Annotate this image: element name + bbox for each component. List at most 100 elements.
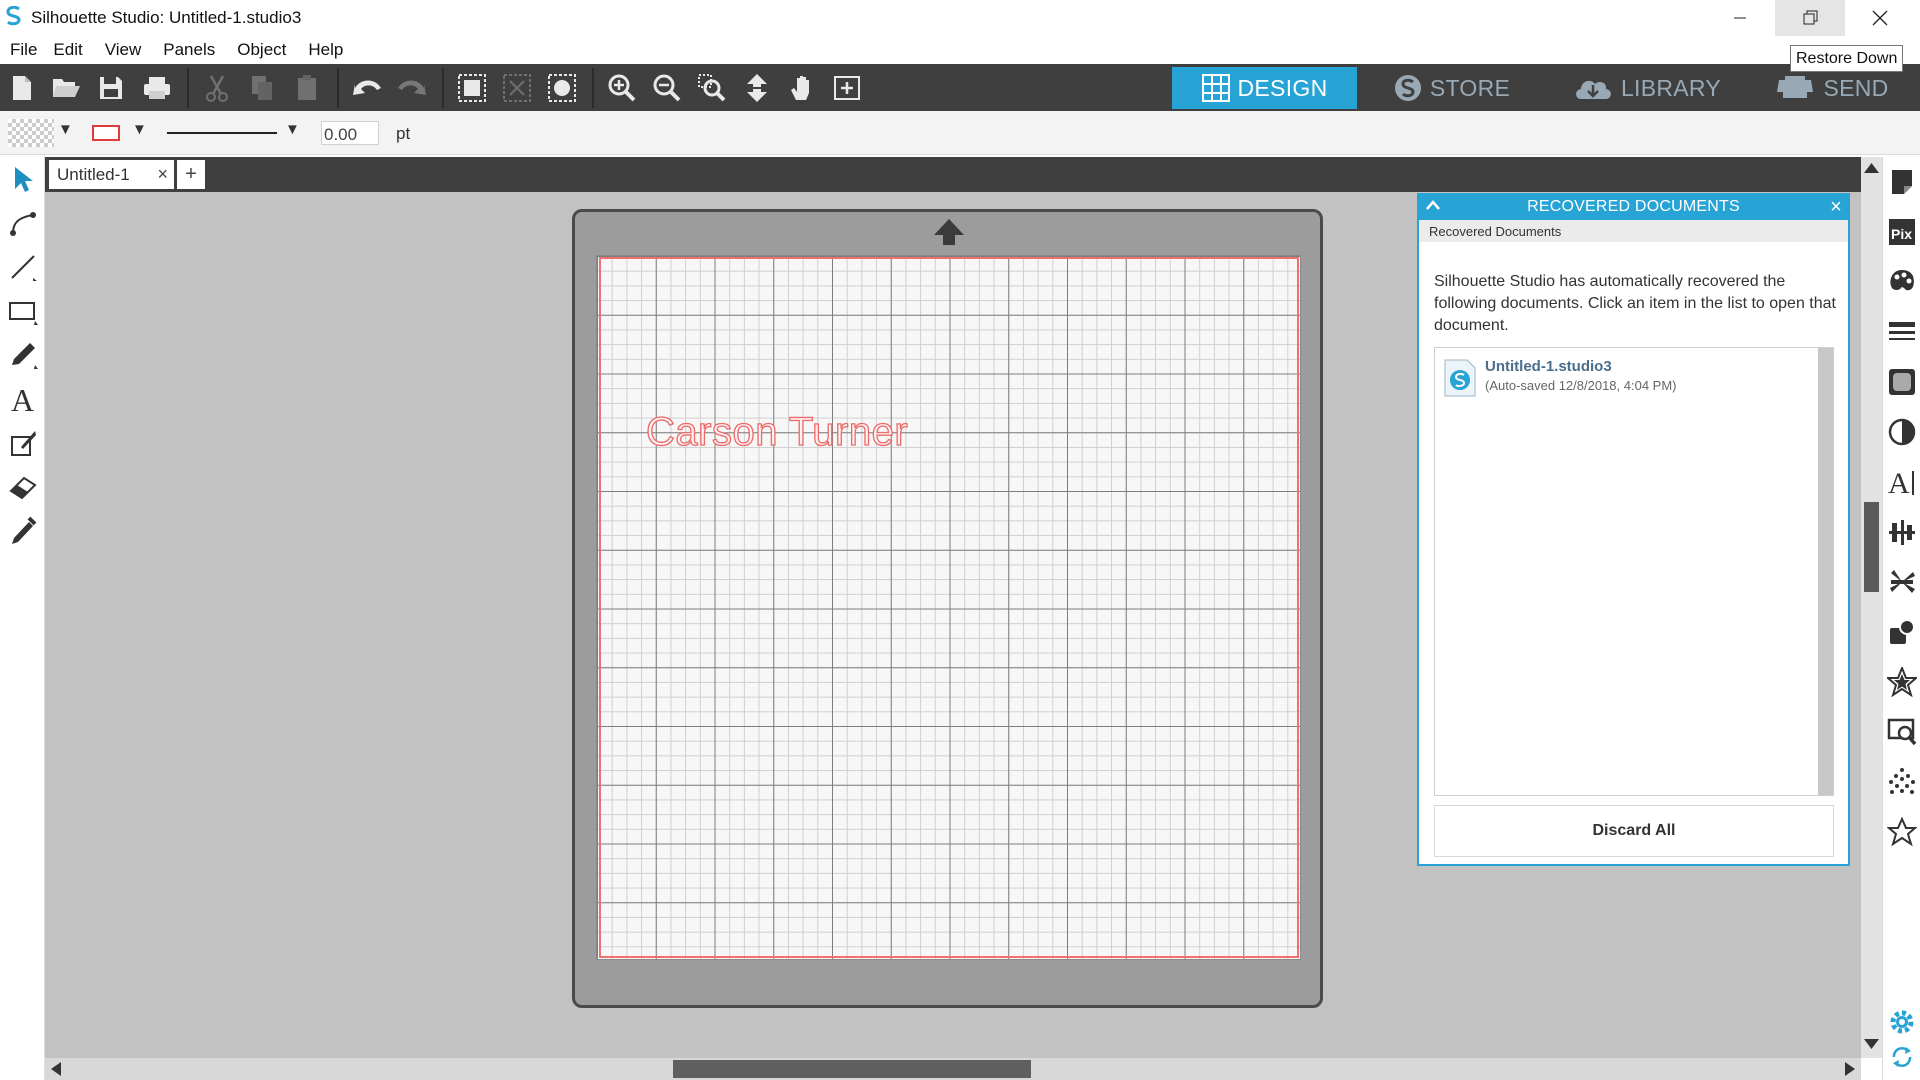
- new-document-icon[interactable]: [3, 70, 41, 106]
- ungroup-icon[interactable]: [498, 70, 536, 106]
- menu-help[interactable]: Help: [288, 36, 343, 64]
- cloud-download-icon: [1576, 80, 1611, 99]
- property-bar: ▼ ▼ ▼ 0.00 pt: [0, 111, 1920, 155]
- scroll-down-arrow-icon[interactable]: [1863, 1037, 1880, 1056]
- copy-icon[interactable]: [243, 70, 281, 106]
- favorites-star-icon[interactable]: [1884, 812, 1920, 852]
- new-tab-button[interactable]: +: [177, 160, 205, 189]
- close-panel-icon[interactable]: ×: [1830, 196, 1842, 219]
- menu-object[interactable]: Object: [217, 36, 286, 64]
- menu-edit[interactable]: Edit: [39, 36, 82, 64]
- toolbar-separator: [592, 68, 594, 108]
- menu-file[interactable]: File: [0, 36, 37, 64]
- save-icon[interactable]: [92, 70, 130, 106]
- menu-view[interactable]: View: [85, 36, 142, 64]
- fit-to-page-icon[interactable]: [738, 70, 776, 106]
- line-color-swatch[interactable]: [92, 125, 120, 141]
- restore-down-button[interactable]: [1775, 0, 1845, 36]
- select-all-icon[interactable]: [543, 70, 581, 106]
- zoom-out-icon[interactable]: [648, 70, 686, 106]
- text-tool-icon[interactable]: A: [5, 379, 41, 419]
- recovered-documents-panel: RECOVERED DOCUMENTS × Recovered Document…: [1417, 193, 1850, 866]
- open-folder-icon[interactable]: [47, 70, 85, 106]
- svg-text:Pix: Pix: [1891, 226, 1912, 242]
- cut-border: [599, 257, 1299, 958]
- minimize-button[interactable]: [1705, 0, 1775, 36]
- collapse-panel-chevron-icon[interactable]: [1425, 198, 1441, 217]
- horizontal-scrollbar[interactable]: [45, 1058, 1861, 1080]
- grid-icon: [1201, 74, 1230, 102]
- line-style-icon[interactable]: [1884, 312, 1920, 352]
- document-tab[interactable]: Untitled-1 ×: [49, 160, 174, 189]
- transparency-icon[interactable]: [1884, 412, 1920, 452]
- design-text-object[interactable]: Carson Turner: [645, 409, 908, 455]
- recovered-panel-title: RECOVERED DOCUMENTS: [1527, 198, 1740, 215]
- offset-star-icon[interactable]: [1884, 662, 1920, 702]
- recovered-list-scrollbar[interactable]: [1818, 348, 1833, 795]
- rectangle-tool-icon[interactable]: [5, 291, 41, 331]
- fill-color-palette-icon[interactable]: [1884, 262, 1920, 302]
- close-window-button[interactable]: [1845, 0, 1915, 36]
- feed-direction-arrow-icon: [932, 217, 966, 252]
- eyedropper-tool-icon[interactable]: [5, 511, 41, 551]
- redo-icon[interactable]: [393, 70, 431, 106]
- discard-all-button[interactable]: Discard All: [1434, 805, 1834, 857]
- restore-down-tooltip: Restore Down: [1790, 45, 1904, 72]
- scroll-up-arrow-icon[interactable]: [1863, 161, 1880, 180]
- vertical-scroll-thumb[interactable]: [1864, 502, 1879, 592]
- cut-icon[interactable]: [198, 70, 236, 106]
- left-toolbar: A: [0, 155, 45, 1080]
- zoom-in-icon[interactable]: [603, 70, 641, 106]
- design-tab[interactable]: DESIGN: [1172, 67, 1357, 109]
- add-page-icon[interactable]: [828, 70, 866, 106]
- fill-color-swatch[interactable]: [8, 119, 54, 147]
- main-toolbar: DESIGN STORE LIBRARY SEND: [0, 64, 1920, 111]
- send-tab[interactable]: SEND: [1772, 67, 1892, 109]
- line-style-preview[interactable]: [167, 132, 277, 134]
- send-tab-label: SEND: [1823, 74, 1889, 101]
- settings-gear-icon[interactable]: [1884, 1002, 1920, 1042]
- close-tab-icon[interactable]: ×: [157, 164, 168, 185]
- vertical-scrollbar[interactable]: [1861, 157, 1882, 1058]
- fill-dropdown-arrow-icon[interactable]: ▼: [58, 121, 73, 138]
- replicate-icon[interactable]: [1884, 562, 1920, 602]
- align-icon[interactable]: [1884, 512, 1920, 552]
- line-style-dropdown-arrow-icon[interactable]: ▼: [285, 121, 300, 138]
- group-icon[interactable]: [453, 70, 491, 106]
- library-tab[interactable]: LIBRARY: [1572, 67, 1722, 109]
- line-tool-icon[interactable]: [5, 247, 41, 287]
- recovered-document-item[interactable]: Untitled-1.studio3 (Auto-saved 12/8/2018…: [1443, 356, 1813, 406]
- design-tab-label: DESIGN: [1237, 74, 1328, 101]
- pan-hand-icon[interactable]: [783, 70, 821, 106]
- recovered-documents-list: Untitled-1.studio3 (Auto-saved 12/8/2018…: [1434, 347, 1834, 796]
- recovered-panel-header: RECOVERED DOCUMENTS ×: [1419, 195, 1848, 220]
- zoom-selected-icon[interactable]: [693, 70, 731, 106]
- scroll-right-arrow-icon[interactable]: [1843, 1061, 1857, 1080]
- recovered-panel-subheader: Recovered Documents: [1419, 220, 1848, 242]
- scroll-left-arrow-icon[interactable]: [49, 1061, 63, 1080]
- texture-icon[interactable]: [1884, 362, 1920, 402]
- sync-icon[interactable]: [1884, 1037, 1920, 1077]
- text-style-icon[interactable]: A: [1884, 462, 1920, 502]
- point-edit-tool-icon[interactable]: [5, 203, 41, 243]
- modify-icon[interactable]: [1884, 612, 1920, 652]
- paste-icon[interactable]: [288, 70, 326, 106]
- undo-icon[interactable]: [348, 70, 386, 106]
- menu-bar: File Edit View Panels Object Help: [0, 36, 1920, 64]
- eraser-tool-icon[interactable]: [5, 467, 41, 507]
- store-tab[interactable]: STORE: [1372, 67, 1532, 109]
- page-setup-icon[interactable]: [1884, 162, 1920, 202]
- knife-tool-icon[interactable]: [5, 423, 41, 463]
- print-icon[interactable]: [138, 70, 176, 106]
- horizontal-scroll-thumb[interactable]: [673, 1060, 1031, 1078]
- pixscan-icon[interactable]: Pix: [1884, 212, 1920, 252]
- title-bar: Silhouette Studio: Untitled-1.studio3: [0, 0, 1920, 36]
- sketch-dots-icon[interactable]: [1884, 762, 1920, 802]
- line-width-input[interactable]: 0.00: [321, 121, 379, 145]
- pencil-tool-icon[interactable]: [5, 335, 41, 375]
- recovered-document-name: Untitled-1.studio3: [1485, 358, 1612, 375]
- line-color-dropdown-arrow-icon[interactable]: ▼: [132, 121, 147, 138]
- select-tool-icon[interactable]: [5, 159, 41, 199]
- menu-panels[interactable]: Panels: [143, 36, 215, 64]
- trace-icon[interactable]: [1884, 712, 1920, 752]
